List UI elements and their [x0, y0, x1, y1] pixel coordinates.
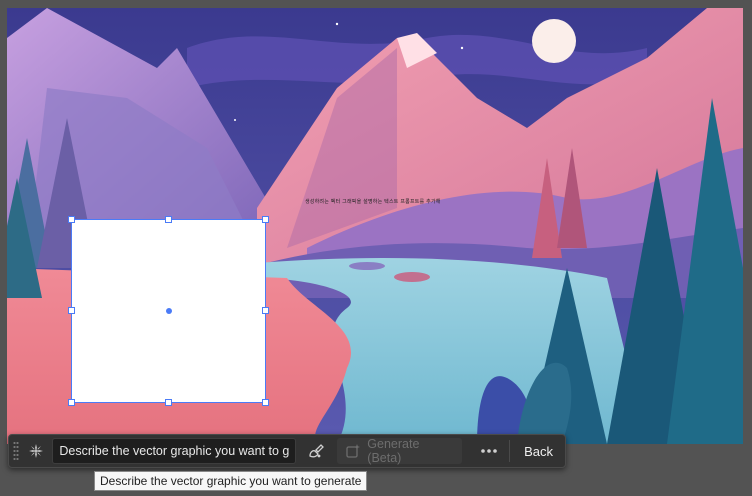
- taskbar-divider: [509, 440, 511, 462]
- contextual-taskbar: Generate (Beta) Back: [8, 434, 566, 468]
- resize-handle-top-left[interactable]: [68, 216, 75, 223]
- style-picker-icon: [309, 444, 324, 458]
- canvas-area[interactable]: 생성하려는 벡터 그래픽을 설명하는 텍스트 프롬프트를 추가해: [0, 0, 752, 496]
- generative-ai-icon[interactable]: [27, 442, 45, 460]
- resize-handle-top[interactable]: [165, 216, 172, 223]
- resize-handle-left[interactable]: [68, 307, 75, 314]
- resize-handle-bottom-left[interactable]: [68, 399, 75, 406]
- resize-handle-bottom-right[interactable]: [262, 399, 269, 406]
- resize-handle-bottom[interactable]: [165, 399, 172, 406]
- generate-button-label: Generate (Beta): [367, 437, 420, 465]
- generate-button[interactable]: Generate (Beta): [337, 437, 462, 465]
- prompt-input[interactable]: [52, 438, 297, 464]
- back-button[interactable]: Back: [516, 438, 561, 464]
- center-point-icon: [166, 308, 172, 314]
- generation-placeholder-frame[interactable]: [68, 216, 269, 406]
- more-options-button[interactable]: [474, 438, 503, 464]
- resize-handle-right[interactable]: [262, 307, 269, 314]
- more-options-icon: [480, 449, 497, 453]
- prompt-tooltip: Describe the vector graphic you want to …: [94, 471, 368, 491]
- resize-handle-top-right[interactable]: [262, 216, 269, 223]
- style-picker-button[interactable]: [302, 438, 329, 464]
- artboard-note-text: 생성하려는 벡터 그래픽을 설명하는 텍스트 프롬프트를 추가해: [305, 199, 441, 205]
- generate-icon: [345, 443, 361, 459]
- drag-handle-icon[interactable]: [13, 441, 19, 461]
